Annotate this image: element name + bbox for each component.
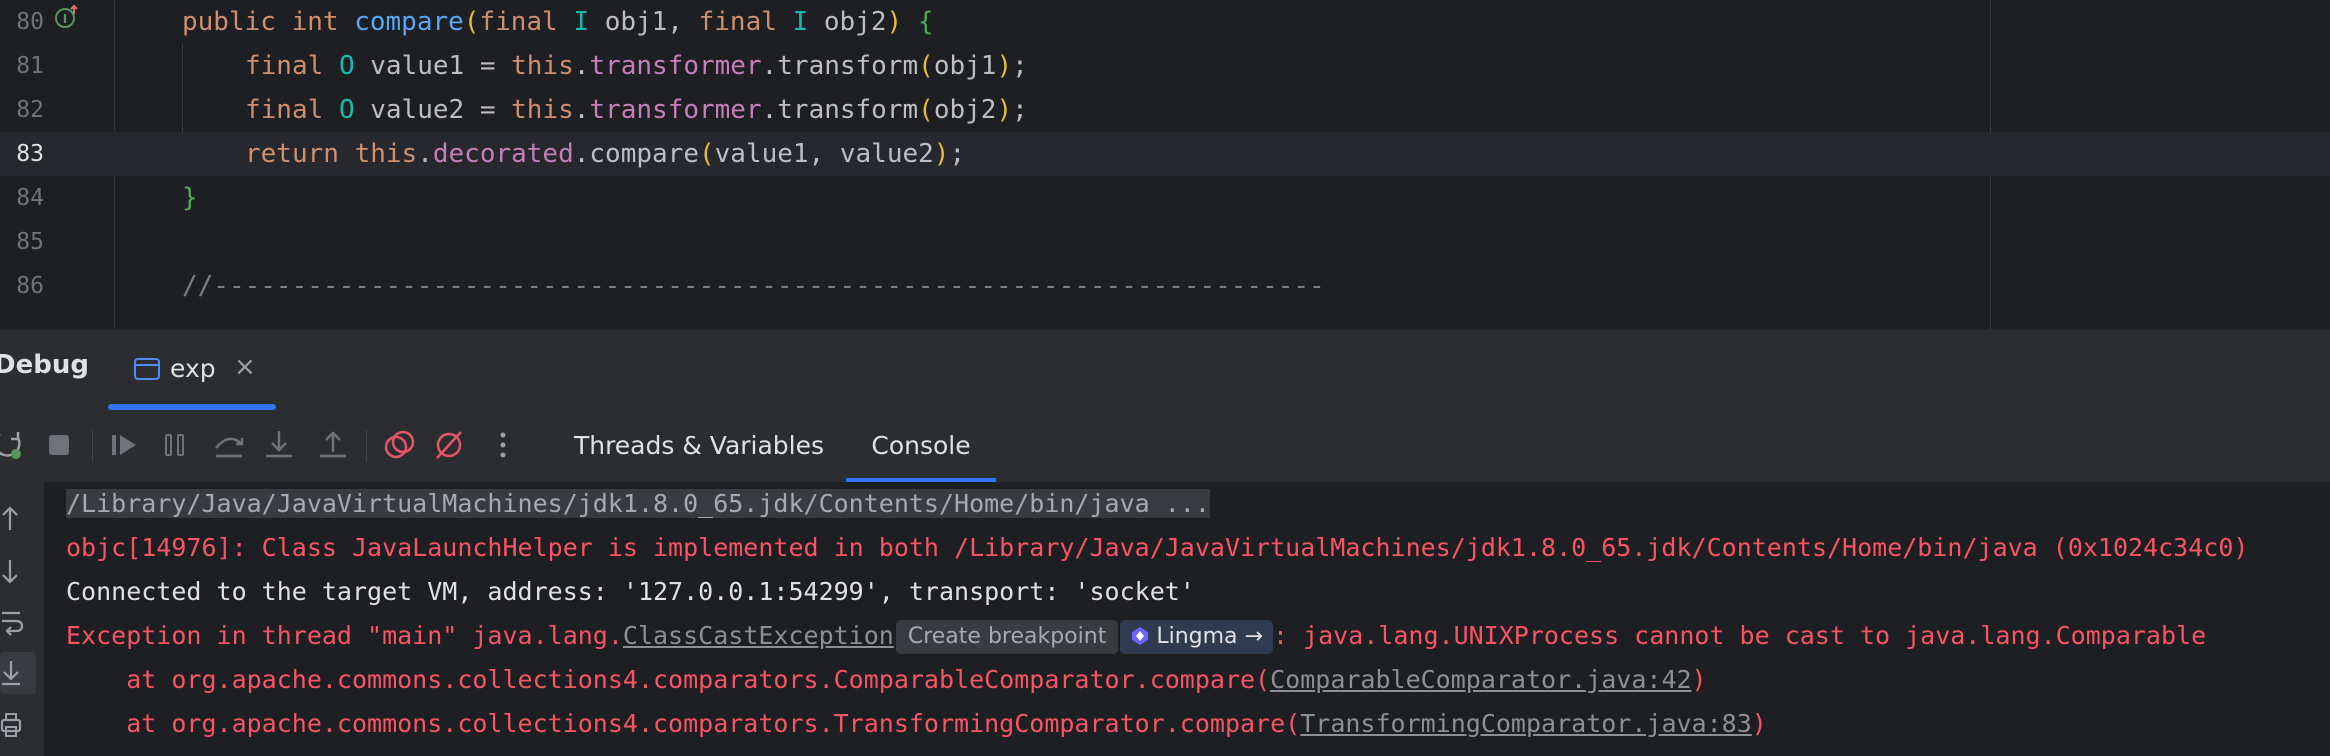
lingma-button[interactable]: Lingma →	[1120, 620, 1273, 654]
implements-method-icon[interactable]: I	[54, 4, 80, 30]
code-text: public int compare(final I obj1, final I…	[182, 7, 934, 37]
console-line-command[interactable]: /Library/Java/JavaVirtualMachines/jdk1.8…	[66, 482, 1210, 526]
print-icon[interactable]	[0, 710, 30, 740]
console-line-connected: Connected to the target VM, address: '12…	[66, 577, 1195, 606]
resume-icon[interactable]	[108, 428, 142, 462]
tab-threads-variables[interactable]: Threads & Variables	[568, 410, 830, 482]
close-icon[interactable]: ×	[234, 352, 256, 382]
stack-frame-link[interactable]: ComparableComparator.java:42	[1270, 665, 1691, 694]
step-over-icon[interactable]	[212, 428, 246, 462]
stack-frame-link[interactable]: TransformingComparator.java:83	[1300, 709, 1752, 738]
line-number: 83	[16, 141, 44, 167]
soft-wrap-icon[interactable]	[0, 606, 30, 636]
tab-threads-variables-label: Threads & Variables	[573, 431, 825, 460]
code-line-81[interactable]: 81 final O value1 = this.transformer.tra…	[0, 44, 2330, 88]
mute-breakpoints-icon[interactable]	[432, 428, 466, 462]
scroll-to-end-icon[interactable]	[0, 658, 30, 688]
code-line-85[interactable]: 85	[0, 220, 2330, 264]
tab-console[interactable]: Console	[846, 410, 996, 482]
create-breakpoint-button[interactable]: Create breakpoint	[895, 620, 1119, 654]
code-text: final O value1 = this.transformer.transf…	[245, 51, 1028, 81]
line-number: 81	[16, 53, 44, 79]
code-line-82[interactable]: 82 final O value2 = this.transformer.tra…	[0, 88, 2330, 132]
session-tab-label: exp	[170, 354, 216, 383]
arrow-down-icon[interactable]	[0, 556, 30, 586]
arrow-up-icon[interactable]	[0, 504, 30, 534]
toolbar-separator	[366, 430, 367, 462]
code-text: return this.decorated.compare(value1, va…	[245, 139, 966, 169]
code-text: final O value2 = this.transformer.transf…	[245, 95, 1028, 125]
line-number: 85	[16, 229, 44, 255]
session-tab-exp[interactable]: exp ×	[108, 330, 276, 410]
code-editor[interactable]: 80 I public int compare(final I obj1, fi…	[0, 0, 2330, 330]
line-number: 82	[16, 97, 44, 123]
debug-title: Debug	[0, 350, 89, 380]
code-line-83[interactable]: 83 return this.decorated.compare(value1,…	[0, 132, 2330, 176]
debug-tool-window-header: Debug exp ×	[0, 330, 2330, 411]
console-side-toolbar	[0, 482, 44, 756]
more-icon[interactable]	[486, 428, 520, 462]
step-into-icon[interactable]	[262, 428, 296, 462]
svg-text:I: I	[63, 12, 67, 26]
console-line-objc: objc[14976]: Class JavaLaunchHelper is i…	[66, 533, 2249, 562]
console-line-exception: Exception in thread "main" java.lang.Cla…	[66, 614, 2206, 658]
lingma-label: Lingma →	[1156, 624, 1263, 649]
pause-icon[interactable]	[158, 428, 192, 462]
code-text: }	[182, 183, 198, 213]
step-out-icon[interactable]	[316, 428, 350, 462]
command-line-text[interactable]: /Library/Java/JavaVirtualMachines/jdk1.8…	[66, 489, 1210, 518]
tab-console-label: Console	[871, 431, 971, 460]
console-line-stack-1: at org.apache.commons.collections4.compa…	[66, 665, 1707, 694]
debug-toolbar: Threads & Variables Console	[0, 410, 2330, 483]
code-text: //--------------------------------------…	[182, 271, 1325, 301]
line-number: 80	[16, 9, 44, 35]
code-line-84[interactable]: 84 }	[0, 176, 2330, 220]
line-number: 86	[16, 273, 44, 299]
view-breakpoints-icon[interactable]	[382, 428, 416, 462]
run-config-icon	[134, 358, 160, 380]
code-line-86[interactable]: 86 //-----------------------------------…	[0, 264, 2330, 308]
rerun-icon[interactable]	[0, 428, 26, 462]
line-number: 84	[16, 185, 44, 211]
exception-class-link[interactable]: ClassCastException	[623, 621, 894, 650]
console-output[interactable]: /Library/Java/JavaVirtualMachines/jdk1.8…	[44, 482, 2330, 756]
lingma-icon	[1132, 627, 1149, 645]
stop-icon[interactable]	[42, 428, 76, 462]
console-line-stack-2: at org.apache.commons.collections4.compa…	[66, 709, 1767, 738]
code-line-80[interactable]: 80 I public int compare(final I obj1, fi…	[0, 0, 2330, 44]
toolbar-separator	[92, 430, 93, 462]
